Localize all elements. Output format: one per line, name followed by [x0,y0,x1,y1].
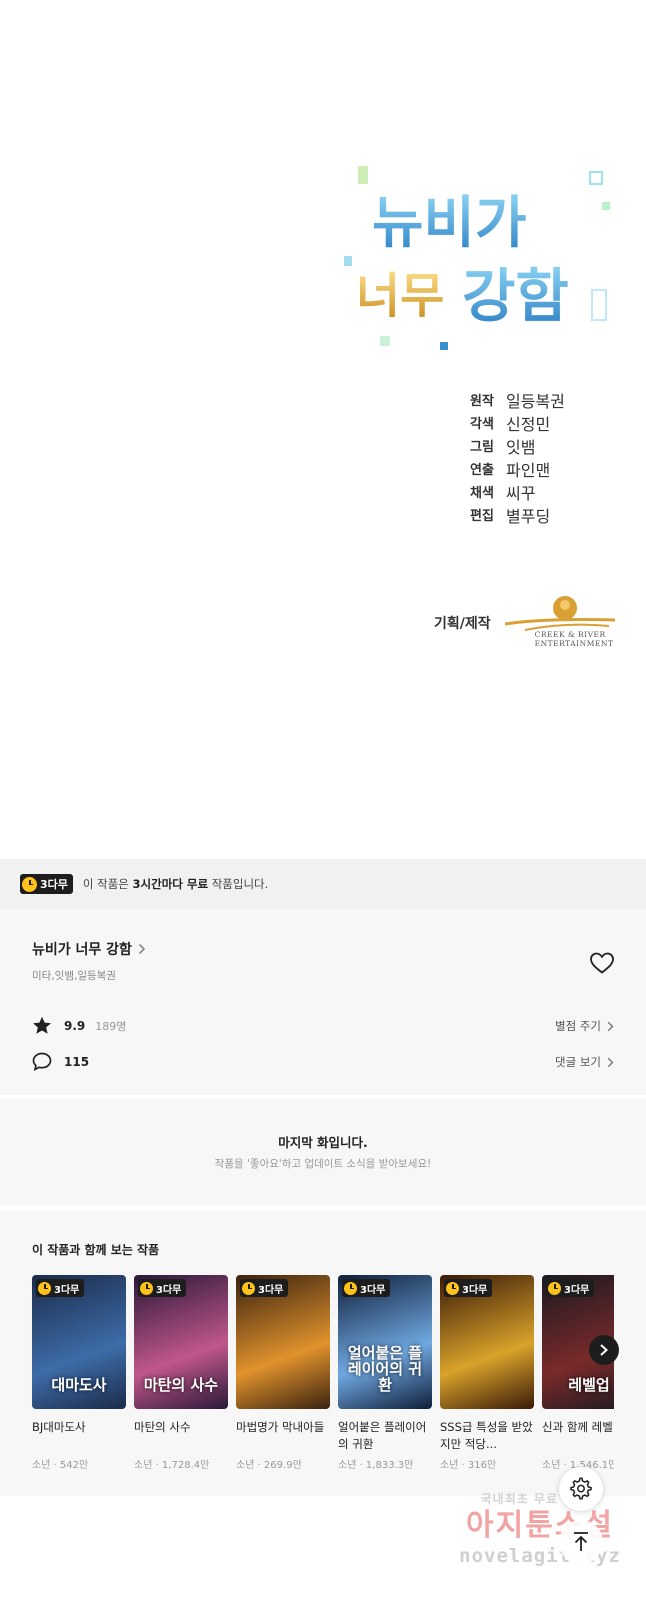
star-icon [33,1016,51,1034]
rating-value: 9.9 [64,1018,86,1033]
clock-icon [22,876,37,892]
clock-icon [140,1281,153,1295]
recommendation-meta: 소년 · 1,728.4만 [134,1460,210,1471]
svg-text:강함: 강함 [462,262,569,330]
recommendation-card[interactable]: 3다무마법명가 막내아들소년 · 269.9만 [236,1275,330,1471]
arrow-up-icon [574,1532,588,1551]
rate-link[interactable]: 별점 주기 [555,1018,614,1034]
recommendation-thumbnail[interactable]: 3다무얼어붙은 플레이어의 귀환 [338,1275,432,1409]
studio-mark-icon [504,596,615,631]
chevron-right-icon [600,1344,608,1356]
free-badge: 3다무 [240,1279,289,1297]
recommendation-title[interactable]: 얼어붙은 플레이어의 귀환 [338,1419,432,1453]
production-credit: 기획/제작 CREEK & RIVER ENTERTAINMENT [434,590,617,656]
recommendation-thumbnail[interactable]: 3다무 [440,1275,534,1409]
free-badge: 3다무 [20,874,73,894]
scroll-top-button[interactable] [559,1520,603,1564]
clock-icon [548,1281,561,1295]
chevron-right-icon [138,943,146,955]
credit-row: 각색 신정민 [470,415,551,434]
work-info-panel: 뉴비가 너무 강함 미타,잇뱀,일등복권 9.9 189명 115 [0,909,646,1095]
chevron-right-icon [607,1021,614,1031]
free-badge: 3다무 [342,1279,391,1297]
work-authors: 미타,잇뱀,일등복권 [32,970,116,982]
comic-episode-image: 뉴비가 너무 강함 원작 일등복권 각색 신정민 그림 잇뱀 연출 파인맨 채색 씨꾸 편… [0,0,646,860]
recommendation-card[interactable]: 3다무대마도사 BJ대마도사소년 · 542만 [32,1275,126,1471]
cover-title: 마탄의 사수 [143,1376,219,1394]
like-heart-icon[interactable] [589,951,615,975]
recommendation-title[interactable]: SSS급 특성을 받았지만 적당... [440,1419,534,1453]
credit-row: 그림 잇뱀 [470,438,536,457]
credit-row: 채색 씨꾸 [470,484,536,503]
recommendation-thumbnail[interactable]: 3다무대마도사 [32,1275,126,1409]
gear-icon [570,1477,592,1500]
comment-bubble-icon [32,1052,52,1071]
work-title[interactable]: 뉴비가 너무 강함 [32,939,132,959]
recommendation-thumbnail[interactable]: 3다무 [236,1275,330,1409]
svg-text:뉴비가: 뉴비가 [372,191,527,256]
cover-title: 대마도사 [51,1376,107,1394]
recommendation-thumbnail[interactable]: 3다무마탄의 사수 [134,1275,228,1409]
free-notice-bar: 3다무 이 작품은 3시간마다 무료 작품입니다. [0,859,646,909]
series-logo: 뉴비가 너무 강함 [344,166,610,350]
clock-icon [446,1281,459,1295]
credit-row: 편집 별푸딩 [470,507,551,526]
free-badge: 3다무 [138,1279,187,1297]
credit-row: 원작 일등복권 [470,392,565,411]
recommendation-title[interactable]: 신과 함께 레벨 [542,1419,614,1453]
recommendation-list: 3다무 대마도사 BJ대마도사 소년 · 542만 3다무 마탄의 사수 마탄의 사수 소년 … [32,1275,614,1471]
last-episode-title: 마지막 화입니다. [278,1135,368,1150]
credits-list: 원작 일등복권 각색 신정민 그림 잇뱀 연출 파인맨 채색 씨꾸 편집 별푸딩 [470,390,565,528]
recommendation-meta: 소년 · 316만 [440,1460,497,1471]
clock-icon [242,1281,255,1295]
recommendation-meta: 소년 · 1,833.3만 [338,1460,414,1471]
last-episode-notice: 마지막 화입니다. 작품을 '좋아요'하고 업데이트 소식을 받아보세요! [0,1099,646,1206]
recommendation-title[interactable]: 마탄의 사수 [134,1419,228,1453]
recommendation-title[interactable]: BJ대마도사 [32,1419,126,1453]
viewer-settings-button[interactable] [559,1467,603,1511]
credit-row: 연출 파인맨 [470,461,551,480]
cover-title: 얼어붙은 플레이어의 귀환 [347,1344,423,1394]
svg-text:너무: 너무 [356,268,444,324]
site-watermark: 국내최초 무료 웹소설 아지툰소설 novelagit.xyz [459,1492,621,1567]
comment-count: 115 [64,1054,90,1069]
rating-stat: 9.9 189명 [32,1016,126,1035]
recommendation-card[interactable]: 3다무 마탄의 사수 마탄의 사수 소년 · 1,728.4만 [134,1275,228,1471]
recommendation-meta: 소년 · 269.9만 [236,1460,302,1471]
clock-icon [38,1281,51,1295]
recommendations-section: 이 작품과 함께 보는 작품 3다무 대마도사 BJ대마도사 소년 · 542만 3다무… [0,1211,646,1496]
clock-icon [344,1281,357,1295]
work-title-link[interactable]: 뉴비가 너무 강함 [32,939,146,959]
recommendation-card[interactable]: 3다무 레벨업 신과 함께 레벨 소년 · 1,546.1만 [542,1275,614,1471]
carousel-next-button[interactable] [589,1335,619,1365]
last-episode-subtitle: 작품을 '좋아요'하고 업데이트 소식을 받아보세요! [214,1158,432,1170]
comment-stat: 115 [32,1052,89,1071]
recommendation-meta: 소년 · 542만 [32,1460,89,1471]
recommendation-card[interactable]: 3다무 SSS급 특성을 받았지만 적당... 소년 · 316만 [440,1275,534,1471]
production-label: 기획/제작 [434,616,491,632]
free-badge: 3다무 [546,1279,595,1297]
studio-logo: CREEK & RIVER ENTERTAINMENT [504,590,617,656]
recommendation-card[interactable]: 3다무 얼어붙은 플레이어의 귀환 얼어붙은 플레이어의 귀환 소년 · 1,833.… [338,1275,432,1471]
recommendation-title[interactable]: 마법명가 막내아들 [236,1419,330,1453]
free-notice-text: 이 작품은 3시간마다 무료 작품입니다. [82,877,269,891]
rating-count: 189명 [95,1019,127,1033]
free-badge: 3다무 [36,1279,85,1297]
chevron-right-icon [607,1057,614,1067]
comments-link[interactable]: 댓글 보기 [555,1054,614,1070]
free-badge: 3다무 [444,1279,493,1297]
cover-title: 레벨업 [568,1376,610,1394]
